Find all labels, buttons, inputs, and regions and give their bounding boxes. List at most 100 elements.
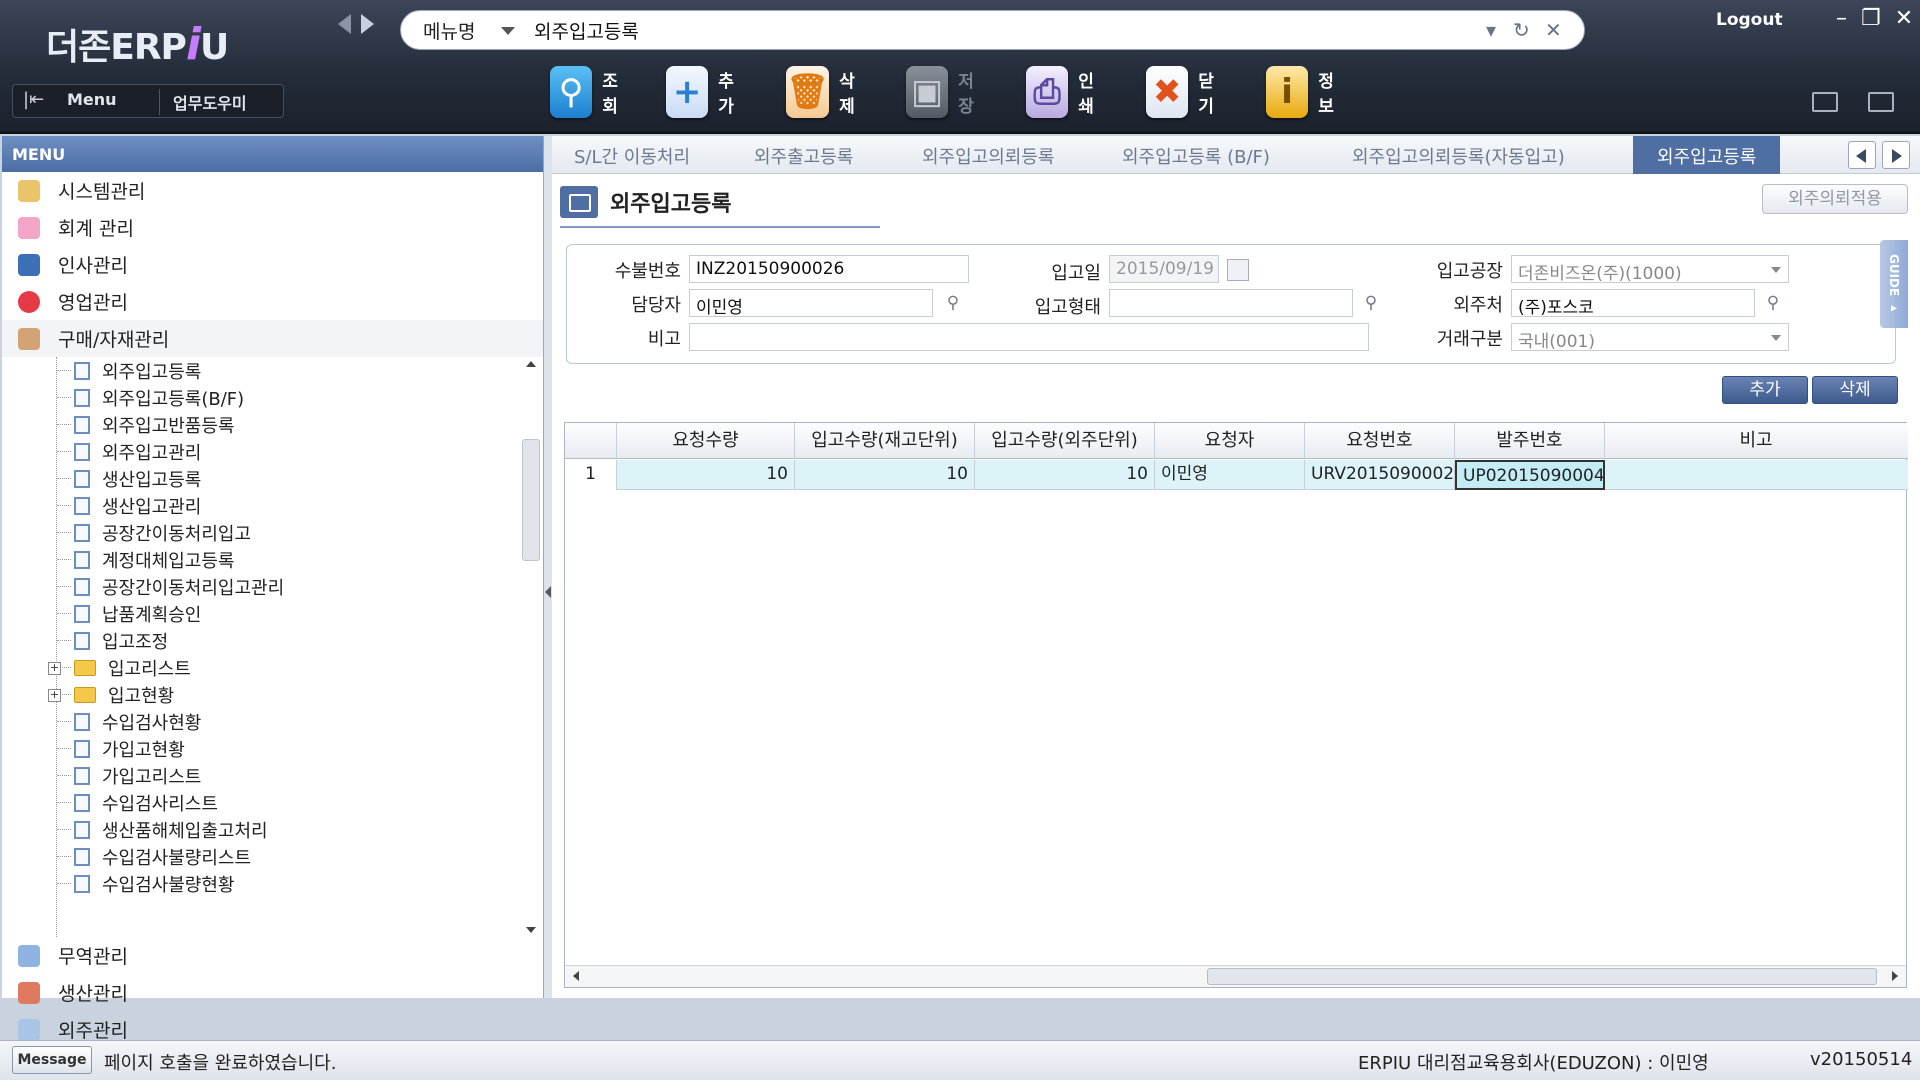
- sidebar-category[interactable]: 생산관리: [2, 974, 543, 1011]
- screen-capture-icon[interactable]: [1868, 92, 1894, 112]
- info-button[interactable]: i 정보: [1266, 64, 1344, 120]
- sidebar-item[interactable]: 공장간이동처리입고관리: [2, 573, 543, 600]
- tab-next-icon[interactable]: [1882, 141, 1910, 169]
- refresh-icon[interactable]: ↻: [1513, 18, 1530, 42]
- expand-icon[interactable]: +: [48, 689, 61, 702]
- collapse-arrow-icon[interactable]: [545, 586, 551, 598]
- sidebar-category[interactable]: 영업관리: [2, 283, 543, 320]
- cell-requester[interactable]: 이민영: [1155, 460, 1305, 490]
- chevron-down-icon[interactable]: [1771, 267, 1781, 273]
- sidebar-category[interactable]: 구매/자재관리: [2, 320, 543, 357]
- expand-icon[interactable]: +: [48, 662, 61, 675]
- tab-outsource-receipt-request-auto[interactable]: 외주입고의뢰등록(자동입고): [1352, 136, 1565, 174]
- guide-tab[interactable]: GUIDE ▸: [1880, 240, 1908, 328]
- sidebar-item[interactable]: 가입고리스트: [2, 762, 543, 789]
- clear-icon[interactable]: ✕: [1545, 18, 1562, 42]
- sidebar-item[interactable]: 계정대체입고등록: [2, 546, 543, 573]
- col-request-qty[interactable]: 요청수량: [617, 423, 795, 459]
- forward-arrow-icon[interactable]: [361, 14, 374, 34]
- sidebar-item[interactable]: 외주입고등록(B/F): [2, 384, 543, 411]
- dropdown-icon[interactable]: ▾: [1486, 18, 1496, 42]
- col-receipt-qty-stock[interactable]: 입고수량(재고단위): [795, 423, 975, 459]
- scroll-right-icon[interactable]: [1892, 971, 1898, 981]
- col-requester[interactable]: 요청자: [1155, 423, 1305, 459]
- cell-receipt-qty-vendor[interactable]: 10: [975, 460, 1155, 490]
- sidebar-item[interactable]: 생산품해체입출고처리: [2, 816, 543, 843]
- col-request-no[interactable]: 요청번호: [1305, 423, 1455, 459]
- sidebar-category[interactable]: 시스템관리: [2, 172, 543, 209]
- grid-hscrollbar[interactable]: [565, 965, 1906, 987]
- cell-order-no[interactable]: UP020150900042: [1455, 460, 1605, 490]
- sidebar-item[interactable]: 외주입고반품등록: [2, 411, 543, 438]
- search-type-select[interactable]: 메뉴명: [423, 17, 475, 44]
- col-receipt-qty-vendor[interactable]: 입고수량(외주단위): [975, 423, 1155, 459]
- chevron-down-icon[interactable]: [1771, 335, 1781, 341]
- scroll-thumb[interactable]: [522, 439, 540, 561]
- sidebar-category[interactable]: 인사관리: [2, 246, 543, 283]
- receipt-type-field[interactable]: [1109, 289, 1353, 317]
- table-row[interactable]: 1 10 10 10 이민영 URV20150900029 UP02015090…: [565, 460, 1908, 490]
- sidebar-item[interactable]: 수입검사현황: [2, 708, 543, 735]
- sidebar-category[interactable]: 무역관리: [2, 937, 543, 974]
- work-helper-button[interactable]: 업무도우미: [173, 90, 247, 114]
- menu-button[interactable]: Menu: [67, 90, 117, 109]
- tab-sl-transfer[interactable]: S/L간 이동처리: [574, 136, 690, 174]
- sidebar-item[interactable]: 수입검사불량현황: [2, 870, 543, 897]
- sidebar-item[interactable]: 생산입고등록: [2, 465, 543, 492]
- search-icon[interactable]: ⚲: [939, 289, 967, 317]
- tab-outsource-receipt-bf[interactable]: 외주입고등록 (B/F): [1122, 136, 1270, 174]
- sidebar-item[interactable]: 수입검사불량리스트: [2, 843, 543, 870]
- close-button[interactable]: ✖ 닫기: [1146, 64, 1224, 120]
- menu-search-bar[interactable]: 메뉴명 외주입고등록 ▾ ↻ ✕: [400, 10, 1585, 50]
- search-button[interactable]: ⚲ 조회: [550, 64, 628, 120]
- restore-icon[interactable]: ❐: [1861, 6, 1881, 31]
- grid-delete-button[interactable]: 삭제: [1812, 376, 1898, 404]
- tile-window-icon[interactable]: [1812, 92, 1838, 112]
- receipt-plant-select[interactable]: 더존비즈온(주)(1000): [1511, 255, 1789, 283]
- note-field[interactable]: [689, 323, 1369, 351]
- tab-outsource-receipt[interactable]: 외주입고등록: [1633, 136, 1781, 174]
- sidebar-item[interactable]: + 입고리스트: [2, 654, 543, 681]
- tab-prev-icon[interactable]: [1848, 141, 1876, 169]
- sidebar-category[interactable]: 회계 관리: [2, 209, 543, 246]
- sidebar-item[interactable]: 공장간이동처리입고: [2, 519, 543, 546]
- menu-path-input[interactable]: 외주입고등록: [534, 17, 639, 44]
- print-button[interactable]: ⎙ 인쇄: [1026, 64, 1104, 120]
- scroll-left-icon[interactable]: [573, 971, 579, 981]
- scroll-up-icon[interactable]: [526, 361, 536, 367]
- cell-request-qty[interactable]: 10: [617, 460, 795, 490]
- sidebar-item[interactable]: 생산입고관리: [2, 492, 543, 519]
- receipt-date-field[interactable]: 2015/09/19: [1109, 255, 1219, 283]
- receipt-no-field[interactable]: INZ20150900026: [689, 255, 969, 283]
- hscroll-thumb[interactable]: [1207, 968, 1877, 985]
- scroll-down-icon[interactable]: [526, 927, 536, 933]
- sidebar-item[interactable]: 입고조정: [2, 627, 543, 654]
- chevron-down-icon[interactable]: [501, 27, 515, 35]
- col-order-no[interactable]: 발주번호: [1455, 423, 1605, 459]
- cell-note[interactable]: [1605, 460, 1907, 490]
- manager-field[interactable]: 이민영: [689, 289, 933, 317]
- sidebar-item[interactable]: 수입검사리스트: [2, 789, 543, 816]
- close-window-icon[interactable]: ✕: [1895, 6, 1913, 31]
- sidebar-item[interactable]: 납품계획승인: [2, 600, 543, 627]
- cell-receipt-qty-stock[interactable]: 10: [795, 460, 975, 490]
- tab-outsource-issue[interactable]: 외주출고등록: [754, 136, 853, 174]
- back-arrow-icon[interactable]: [338, 14, 351, 34]
- save-button[interactable]: ▣ 저장: [906, 64, 984, 120]
- tab-outsource-receipt-request[interactable]: 외주입고의뢰등록: [922, 136, 1054, 174]
- apply-outsource-request-button[interactable]: 외주의뢰적용: [1762, 184, 1908, 214]
- sidebar-item[interactable]: 외주입고관리: [2, 438, 543, 465]
- search-icon[interactable]: ⚲: [1357, 289, 1385, 317]
- grid-add-button[interactable]: 추가: [1722, 376, 1808, 404]
- panel-splitter[interactable]: [544, 136, 552, 998]
- tree-scrollbar[interactable]: [520, 357, 542, 937]
- sidebar-item[interactable]: + 입고현황: [2, 681, 543, 708]
- message-button[interactable]: Message: [12, 1046, 92, 1074]
- cell-request-no[interactable]: URV20150900029: [1305, 460, 1455, 490]
- sidebar-item[interactable]: 외주입고등록: [2, 357, 543, 384]
- trade-type-select[interactable]: 국내(001): [1511, 323, 1789, 351]
- delete-button[interactable]: 🗑 삭제: [786, 64, 864, 120]
- sidebar-item[interactable]: 가입고현황: [2, 735, 543, 762]
- vendor-field[interactable]: (주)포스코: [1511, 289, 1755, 317]
- collapse-menu-icon[interactable]: |⇤: [23, 89, 44, 110]
